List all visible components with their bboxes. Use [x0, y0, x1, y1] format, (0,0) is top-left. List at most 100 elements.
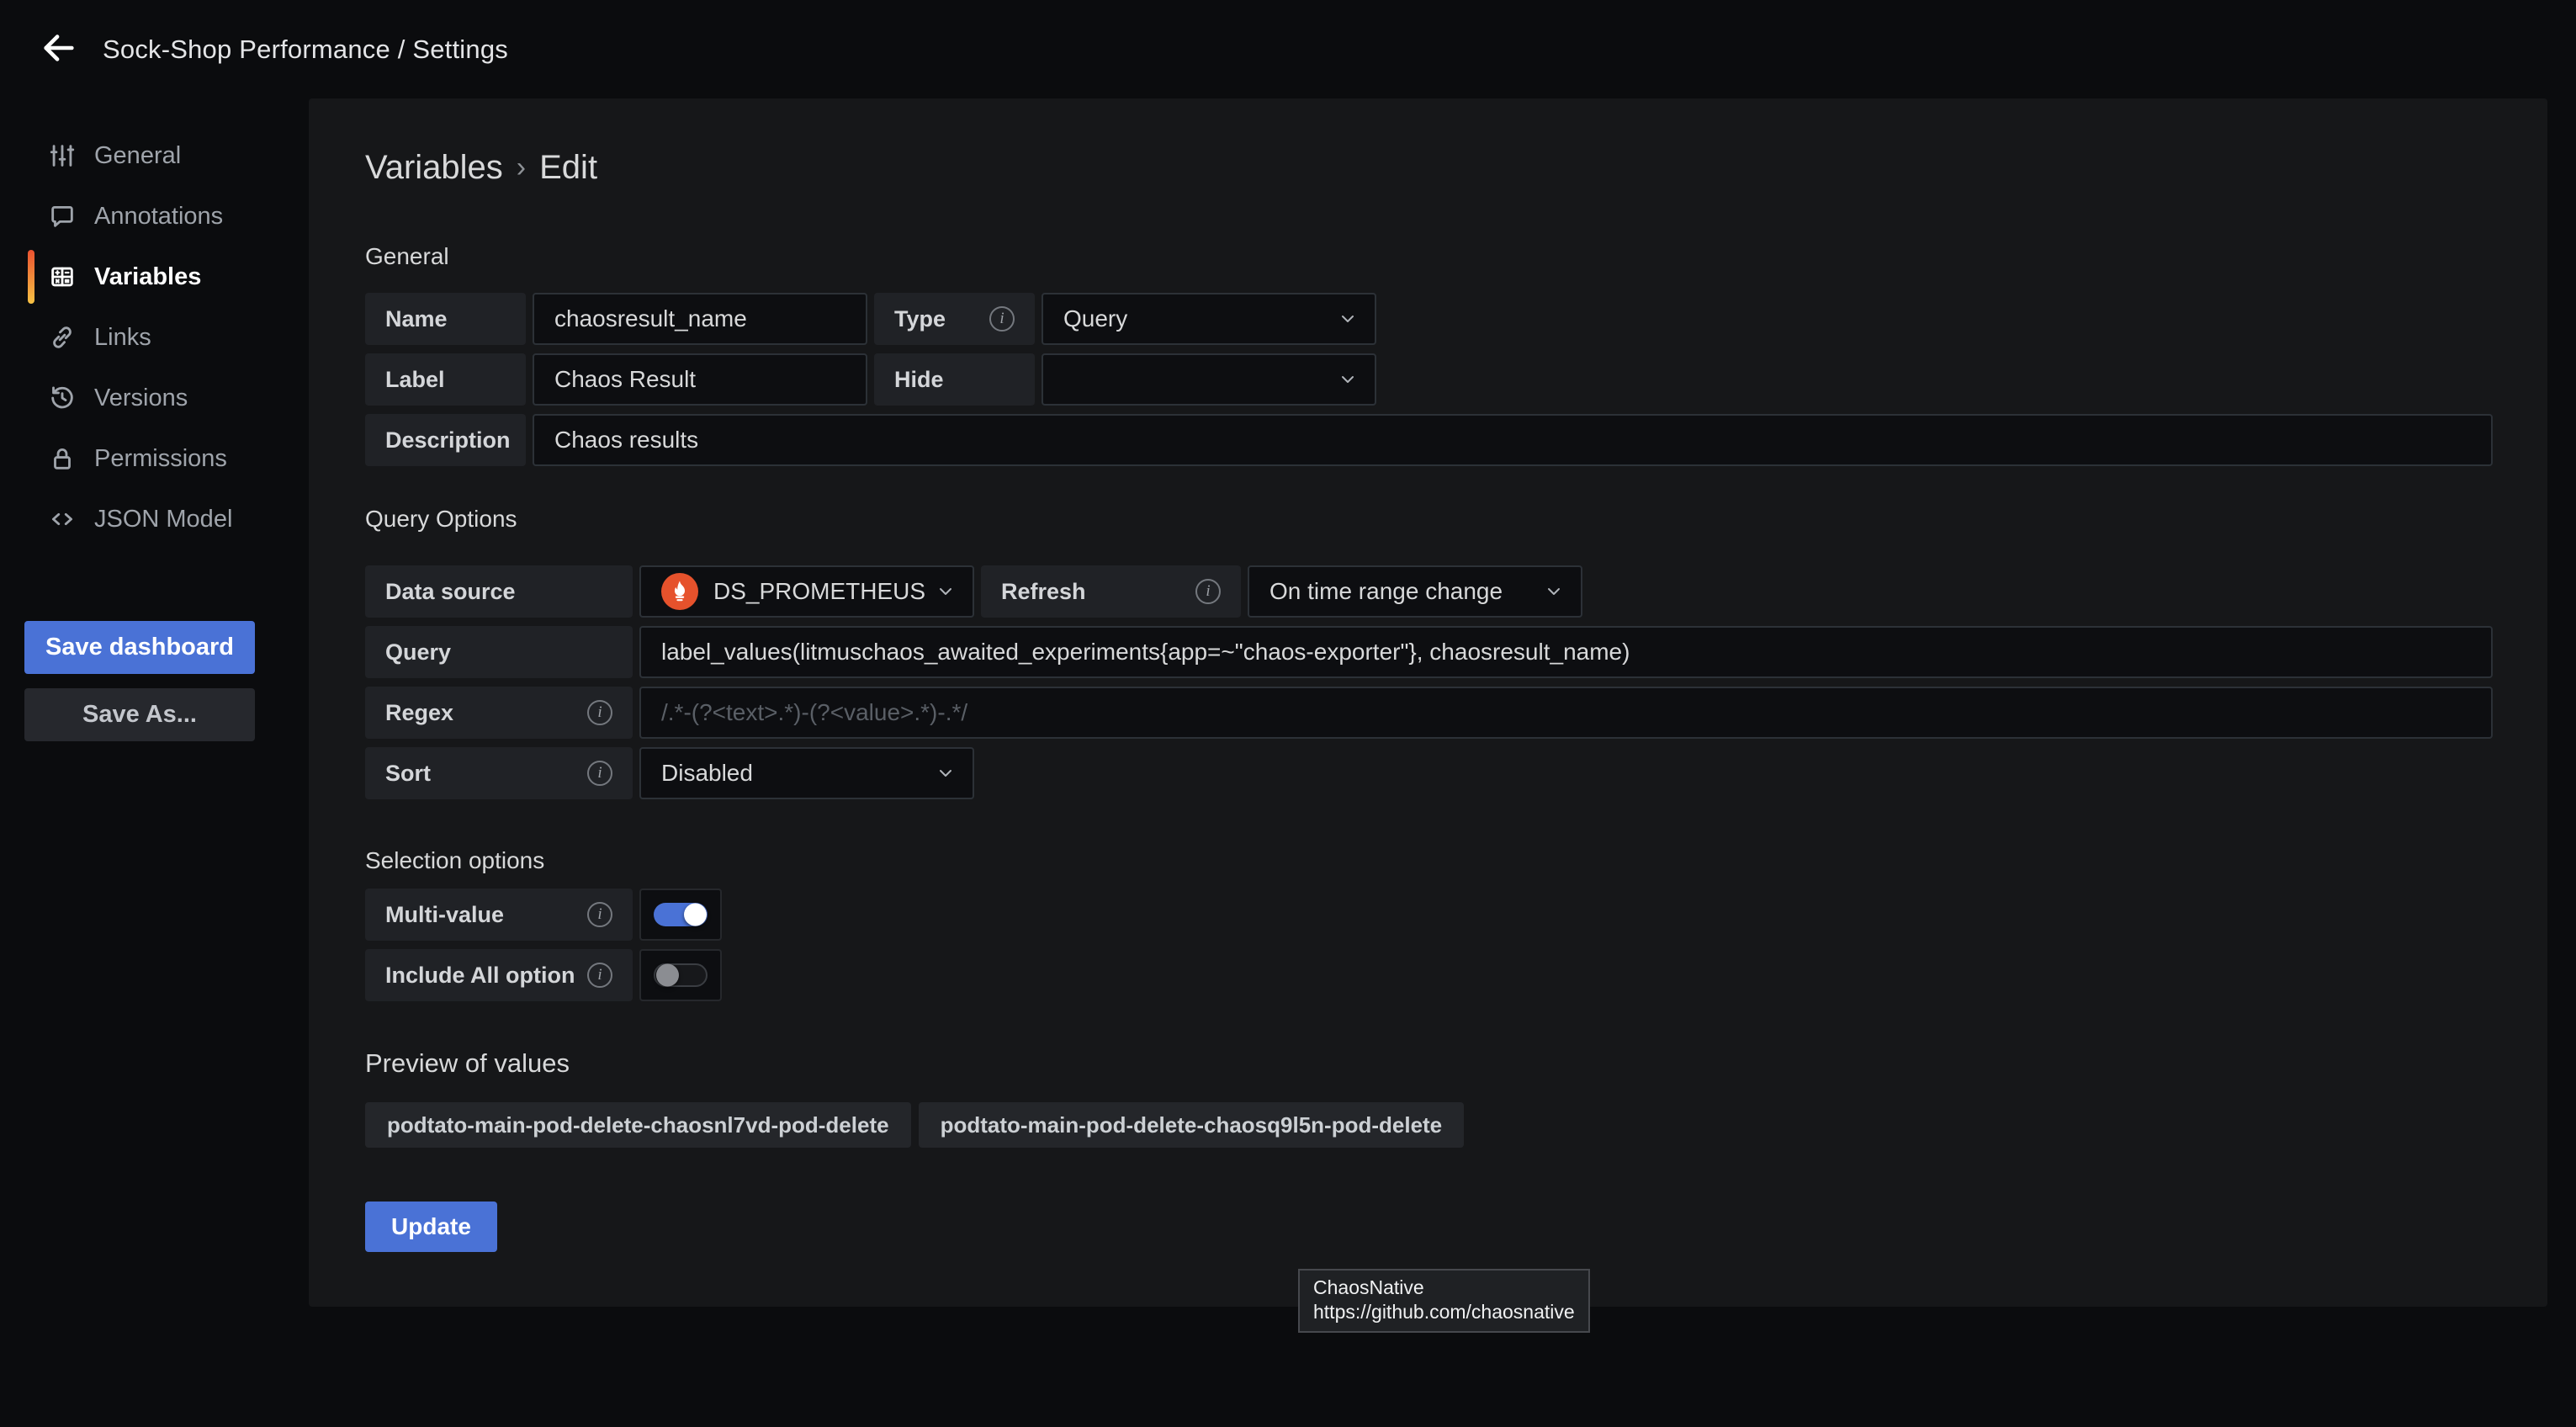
refresh-label: Refresh i	[981, 565, 1241, 618]
chevron-down-icon	[1544, 581, 1564, 602]
sidebar-item-label: JSON Model	[94, 506, 232, 533]
selection-options-heading: Selection options	[365, 846, 2493, 875]
back-button[interactable]	[37, 28, 81, 72]
preview-value-chip: podtato-main-pod-delete-chaosnl7vd-pod-d…	[365, 1102, 911, 1148]
arrow-left-icon	[40, 29, 78, 70]
preview-heading: Preview of values	[365, 1048, 2493, 1079]
settings-panel: Variables › Edit General Name Type i Que…	[309, 98, 2547, 1307]
include-all-label: Include All option i	[365, 949, 633, 1001]
sidebar-item-label: General	[94, 142, 181, 170]
info-icon[interactable]: i	[989, 306, 1015, 332]
sidebar-item-label: Links	[94, 324, 151, 352]
comment-icon	[46, 200, 78, 232]
query-label: Query	[365, 626, 633, 678]
active-indicator	[28, 250, 34, 304]
prometheus-icon	[661, 573, 698, 610]
breadcrumb-separator-icon: ›	[517, 146, 526, 189]
regex-row: Regex i	[365, 687, 2493, 739]
label-hide-row: Label Hide	[365, 353, 2493, 406]
type-select-value: Query	[1063, 305, 1338, 332]
query-options-heading: Query Options	[365, 505, 2493, 533]
preview-value-chip: podtato-main-pod-delete-chaosq9l5n-pod-d…	[919, 1102, 1465, 1148]
include-all-toggle[interactable]	[639, 949, 722, 1001]
sidebar-item-label: Permissions	[94, 445, 227, 473]
toggle-knob	[684, 904, 707, 926]
multi-value-label: Multi-value i	[365, 889, 633, 941]
datasource-tooltip: ChaosNative https://github.com/chaosnati…	[1298, 1269, 1590, 1333]
hide-label: Hide	[874, 353, 1035, 406]
sidebar-item-label: Variables	[94, 263, 201, 291]
query-input[interactable]	[639, 626, 2493, 678]
regex-label: Regex i	[365, 687, 633, 739]
toggle-knob	[656, 964, 679, 987]
data-source-select-value: DS_PROMETHEUS	[713, 578, 936, 605]
lock-icon	[46, 443, 78, 475]
sidebar-item-annotations[interactable]: Annotations	[0, 186, 309, 247]
multi-value-label-text: Multi-value	[385, 902, 504, 928]
regex-label-text: Regex	[385, 700, 453, 726]
description-input[interactable]	[533, 414, 2493, 466]
chevron-down-icon	[936, 763, 956, 783]
preview-values: podtato-main-pod-delete-chaosnl7vd-pod-d…	[365, 1102, 2493, 1148]
description-label: Description	[365, 414, 526, 466]
info-icon[interactable]: i	[587, 761, 612, 786]
sidebar-item-permissions[interactable]: Permissions	[0, 428, 309, 489]
sidebar-item-general[interactable]: General	[0, 125, 309, 186]
query-row: Query	[365, 626, 2493, 678]
hide-select[interactable]	[1042, 353, 1376, 406]
breadcrumb-section[interactable]: Variables	[365, 146, 503, 189]
regex-input[interactable]	[639, 687, 2493, 739]
sidebar-item-links[interactable]: Links	[0, 307, 309, 368]
description-row: Description	[365, 414, 2493, 466]
history-icon	[46, 382, 78, 414]
settings-sidebar: General Annotations Variables Links V	[0, 98, 309, 1427]
breadcrumb-page: Edit	[539, 146, 597, 189]
type-select[interactable]: Query	[1042, 293, 1376, 345]
type-label: Type i	[874, 293, 1035, 345]
sidebar-item-variables[interactable]: Variables	[0, 247, 309, 307]
save-as-button[interactable]: Save As...	[24, 688, 255, 741]
refresh-select[interactable]: On time range change	[1248, 565, 1582, 618]
variables-edit-content: Variables › Edit General Name Type i Que…	[309, 98, 2547, 1252]
toggle-off-switch	[654, 963, 708, 987]
sort-label: Sort i	[365, 747, 633, 799]
info-icon[interactable]: i	[587, 902, 612, 927]
label-label: Label	[365, 353, 526, 406]
multi-value-toggle[interactable]	[639, 889, 722, 941]
sort-select-value: Disabled	[661, 760, 936, 787]
sidebar-item-label: Annotations	[94, 203, 223, 231]
data-source-refresh-row: Data source DS_PROMETHEUS Refresh i On t…	[365, 565, 2493, 618]
calculator-icon	[46, 261, 78, 293]
label-input[interactable]	[533, 353, 867, 406]
sidebar-nav-list: General Annotations Variables Links V	[0, 125, 309, 549]
info-icon[interactable]: i	[1195, 579, 1221, 604]
page-title: Sock-Shop Performance / Settings	[103, 34, 508, 65]
code-icon	[46, 503, 78, 535]
name-type-row: Name Type i Query	[365, 293, 2493, 345]
sort-select[interactable]: Disabled	[639, 747, 974, 799]
sidebar-item-versions[interactable]: Versions	[0, 368, 309, 428]
info-icon[interactable]: i	[587, 700, 612, 725]
sort-row: Sort i Disabled	[365, 747, 2493, 799]
tooltip-url: https://github.com/chaosnative	[1313, 1300, 1575, 1324]
chevron-down-icon	[1338, 309, 1358, 329]
chevron-down-icon	[936, 581, 956, 602]
toggle-on-switch	[654, 903, 708, 926]
sidebar-item-label: Versions	[94, 385, 188, 412]
name-label: Name	[365, 293, 526, 345]
data-source-select[interactable]: DS_PROMETHEUS	[639, 565, 974, 618]
include-all-row: Include All option i	[365, 949, 2493, 1001]
save-dashboard-button[interactable]: Save dashboard	[24, 621, 255, 674]
chevron-down-icon	[1338, 369, 1358, 390]
sidebar-item-json-model[interactable]: JSON Model	[0, 489, 309, 549]
breadcrumb: Variables › Edit	[365, 146, 2493, 189]
multi-value-row: Multi-value i	[365, 889, 2493, 941]
sliders-icon	[46, 140, 78, 172]
info-icon[interactable]: i	[587, 963, 612, 988]
app-header: Sock-Shop Performance / Settings	[0, 0, 2576, 98]
update-button[interactable]: Update	[365, 1202, 497, 1252]
tooltip-title: ChaosNative	[1313, 1276, 1575, 1300]
link-icon	[46, 321, 78, 353]
refresh-select-value: On time range change	[1269, 578, 1544, 605]
name-input[interactable]	[533, 293, 867, 345]
